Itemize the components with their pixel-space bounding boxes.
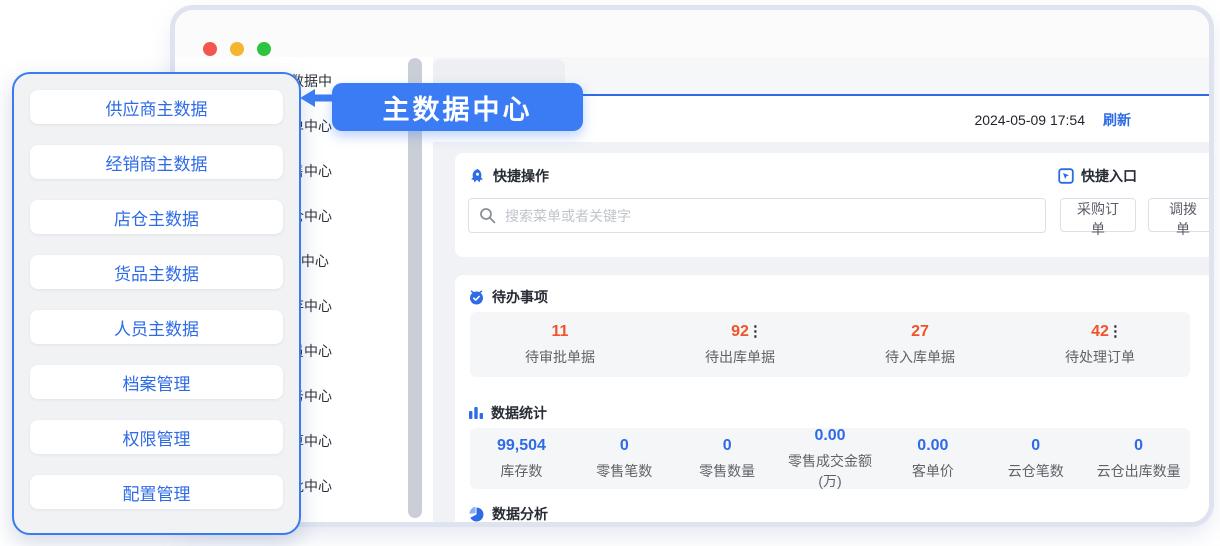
- page: 数据中 单中心 售中心 仓中心 O中心 存中心 员中心 务中心 算中心 批中心 …: [0, 0, 1220, 546]
- config-management-button[interactable]: 配置管理: [30, 475, 283, 509]
- stats-panel: 99,504 库存数 0 零售笔数 0 零售数量 0.00: [470, 428, 1190, 489]
- transfer-order-button[interactable]: 调拨单: [1148, 198, 1209, 232]
- stat-label: 零售数量: [676, 461, 779, 481]
- minimize-window-button[interactable]: [230, 42, 244, 56]
- stat-inventory-count: 99,504 库存数: [470, 436, 573, 481]
- overview-card: 待办事项 11 待审批单据 92⋮ 待出库单据 27 待入: [455, 275, 1209, 522]
- quick-entry-title-row: 快捷入口: [1058, 166, 1137, 186]
- stat-label: 零售笔数: [573, 461, 676, 481]
- todo-value: 92⋮: [731, 322, 749, 342]
- alarm-clock-icon: [468, 289, 485, 306]
- todo-title: 待办事项: [492, 287, 548, 307]
- archive-management-button[interactable]: 档案管理: [30, 365, 283, 399]
- store-warehouse-master-data-button[interactable]: 店仓主数据: [30, 200, 283, 234]
- purchase-order-button[interactable]: 采购订单: [1060, 198, 1136, 232]
- stat-label: 云仓笔数: [984, 461, 1087, 481]
- todo-label: 待入库单据: [830, 347, 1010, 367]
- stat-label: 零售成交金额(万): [779, 451, 882, 491]
- stat-retail-amount: 0.00 零售成交金额(万): [779, 426, 882, 491]
- more-menu-icon[interactable]: ⋮: [748, 323, 763, 341]
- todo-label: 待处理订单: [1010, 347, 1190, 367]
- search-input[interactable]: [505, 208, 1035, 224]
- stat-label: 客单价: [881, 461, 984, 481]
- master-data-menu-panel: 供应商主数据 经销商主数据 店仓主数据 货品主数据 人员主数据 档案管理 权限管…: [12, 72, 301, 535]
- todo-item-pending-outbound: 92⋮ 待出库单据: [650, 322, 830, 367]
- todo-item-pending-orders: 42⋮ 待处理订单: [1010, 322, 1190, 367]
- stat-label: 云仓出库数量: [1087, 461, 1190, 481]
- todo-value: 27: [911, 322, 929, 342]
- stats-title-row: 数据统计: [468, 403, 547, 423]
- pie-chart-icon: [468, 506, 485, 523]
- app-window: 数据中 单中心 售中心 仓中心 O中心 存中心 员中心 务中心 算中心 批中心 …: [175, 10, 1209, 522]
- stat-retail-transactions: 0 零售笔数: [573, 436, 676, 481]
- todo-label: 待审批单据: [470, 347, 650, 367]
- rocket-icon: [469, 168, 486, 185]
- stat-value: 0: [1031, 436, 1040, 456]
- quick-entry-icon: [1058, 168, 1074, 184]
- more-menu-icon[interactable]: ⋮: [1108, 323, 1123, 341]
- window-titlebar: [175, 10, 1209, 57]
- stat-value: 0.00: [917, 436, 948, 456]
- goods-master-data-button[interactable]: 货品主数据: [30, 255, 283, 289]
- quick-actions-title: 快捷操作: [493, 166, 549, 186]
- bar-chart-icon: [468, 405, 484, 421]
- todo-title-row: 待办事项: [468, 287, 548, 307]
- dealer-master-data-button[interactable]: 经销商主数据: [30, 145, 283, 179]
- search-icon: [479, 207, 496, 224]
- supplier-master-data-button[interactable]: 供应商主数据: [30, 90, 283, 124]
- stat-value: 99,504: [497, 436, 546, 456]
- todo-item-pending-approval: 11 待审批单据: [470, 322, 650, 367]
- stat-value: 0: [1134, 436, 1143, 456]
- menu-search-box: [468, 198, 1046, 233]
- stat-avg-ticket: 0.00 客单价: [881, 436, 984, 481]
- personnel-master-data-button[interactable]: 人员主数据: [30, 310, 283, 344]
- close-window-button[interactable]: [203, 42, 217, 56]
- maximize-window-button[interactable]: [257, 42, 271, 56]
- refresh-link[interactable]: 刷新: [1103, 110, 1131, 130]
- quick-actions-card: 快捷操作 快捷入口: [455, 153, 1209, 257]
- master-data-center-callout: 主数据中心: [332, 83, 583, 131]
- todo-item-pending-inbound: 27 待入库单据: [830, 322, 1010, 367]
- quick-entry-title: 快捷入口: [1081, 166, 1137, 186]
- todo-label: 待出库单据: [650, 347, 830, 367]
- todo-value: 11: [552, 322, 569, 342]
- stats-title: 数据统计: [491, 403, 547, 423]
- dashboard-content: 快捷操作 快捷入口: [433, 142, 1209, 522]
- quick-actions-title-row: 快捷操作: [469, 166, 549, 186]
- stat-cloud-outbound: 0 云仓出库数量: [1087, 436, 1190, 481]
- stat-cloud-transactions: 0 云仓笔数: [984, 436, 1087, 481]
- todo-panel: 11 待审批单据 92⋮ 待出库单据 27 待入库单据 42⋮: [470, 312, 1190, 377]
- stat-value: 0: [620, 436, 629, 456]
- permission-management-button[interactable]: 权限管理: [30, 420, 283, 454]
- datetime-text: 2024-05-09 17:54: [974, 112, 1085, 128]
- stat-retail-quantity: 0 零售数量: [676, 436, 779, 481]
- stat-label: 库存数: [470, 461, 573, 481]
- arrow-left-icon: [300, 89, 334, 107]
- stat-value: 0.00: [814, 426, 845, 446]
- analysis-title: 数据分析: [492, 504, 548, 522]
- stat-value: 0: [723, 436, 732, 456]
- analysis-title-row: 数据分析: [468, 504, 548, 522]
- todo-value: 42⋮: [1091, 322, 1109, 342]
